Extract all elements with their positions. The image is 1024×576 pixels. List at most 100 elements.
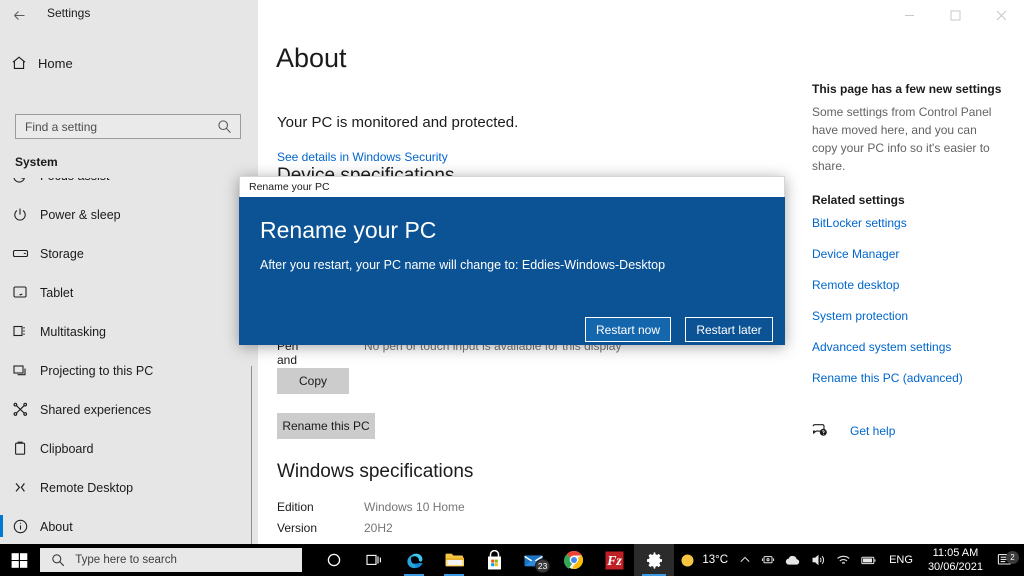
sidebar-home-label: Home	[38, 55, 73, 71]
sidebar-item-label: Clipboard	[40, 441, 94, 456]
sidebar-item-storage[interactable]: Storage	[0, 234, 258, 273]
window-controls	[886, 0, 1024, 30]
system-tray: 13°C ENG 11:05 AM 30/06/2021 2	[674, 544, 1024, 576]
taskbar-weather[interactable]: 13°C	[674, 553, 734, 568]
volume-icon[interactable]	[806, 544, 831, 576]
edge-icon[interactable]	[394, 544, 434, 576]
dialog-body: Rename your PC After you restart, your P…	[239, 197, 785, 345]
chrome-icon[interactable]	[554, 544, 594, 576]
taskbar-search-box[interactable]: Type here to search	[40, 548, 303, 572]
window-title: Settings	[47, 6, 91, 20]
copy-button[interactable]: Copy	[277, 368, 349, 394]
taskbar: Type here to search 23 Fz 13°C ENG 11:05…	[0, 544, 1024, 576]
sidebar-item-shared-experiences[interactable]: Shared experiences	[0, 390, 258, 429]
rename-this-pc-button[interactable]: Rename this PC	[277, 413, 375, 439]
weather-temperature: 13°C	[702, 554, 729, 566]
file-explorer-icon[interactable]	[434, 544, 474, 576]
get-help-link[interactable]: Get help	[812, 423, 895, 438]
sidebar-item-home[interactable]: Home	[0, 47, 258, 79]
page-title: About	[276, 43, 347, 73]
rename-pc-dialog: Rename your PC Rename your PC After you …	[239, 176, 785, 345]
sidebar-item-label: Projecting to this PC	[40, 363, 154, 378]
titlebar-left-pane	[0, 0, 258, 30]
power-icon	[0, 207, 40, 223]
related-settings-heading: Related settings	[812, 193, 905, 207]
action-center-icon[interactable]: 2	[991, 550, 1024, 568]
get-help-label: Get help	[850, 423, 896, 438]
spec-key: Edition	[277, 500, 314, 514]
storage-icon	[0, 245, 40, 262]
sidebar-nav-scroll-region: Focus assist Power & sleep	[0, 178, 258, 544]
settings-gear-icon[interactable]	[634, 544, 675, 576]
clipboard-icon	[0, 440, 40, 457]
sidebar-item-label: Shared experiences	[40, 402, 152, 417]
moon-icon	[0, 178, 40, 184]
windows-start-icon[interactable]	[0, 544, 38, 576]
related-link-advanced-system-settings[interactable]: Advanced system settings	[812, 339, 1012, 370]
new-settings-heading: This page has a few new settings	[812, 82, 1002, 96]
clock-date: 30/06/2021	[927, 561, 983, 573]
search-box[interactable]	[15, 114, 241, 139]
sidebar-item-clipboard[interactable]: Clipboard	[0, 429, 258, 468]
sidebar-item-power-sleep[interactable]: Power & sleep	[0, 195, 258, 234]
close-button[interactable]	[978, 0, 1024, 30]
sidebar-item-projecting[interactable]: Projecting to this PC	[0, 351, 258, 390]
windows-specifications-heading: Windows specifications	[277, 461, 474, 482]
spec-value: Windows 10 Home	[364, 500, 465, 514]
right-info-pane: This page has a few new settings Some se…	[812, 30, 1024, 544]
battery-icon[interactable]	[856, 544, 882, 576]
svg-text:Fz: Fz	[606, 554, 622, 569]
taskbar-search-placeholder: Type here to search	[75, 554, 177, 566]
related-link-remote-desktop[interactable]: Remote desktop	[812, 277, 1012, 308]
home-icon	[0, 55, 38, 71]
chevron-up-icon[interactable]	[734, 544, 756, 576]
sidebar-item-label: Storage	[40, 246, 84, 261]
minimize-button[interactable]	[886, 0, 932, 30]
search-input[interactable]	[16, 115, 206, 138]
sidebar-item-multitasking[interactable]: Multitasking	[0, 312, 258, 351]
sidebar-scrollbar[interactable]	[251, 366, 252, 566]
restart-later-button[interactable]: Restart later	[685, 317, 773, 342]
search-icon	[51, 553, 65, 567]
related-link-device-manager[interactable]: Device Manager	[812, 246, 1012, 277]
settings-window: Settings Home Find a setting System Powe…	[0, 0, 1024, 566]
back-arrow-icon[interactable]	[6, 2, 32, 28]
sidebar-item-label: Power & sleep	[40, 207, 121, 222]
shared-experiences-icon	[0, 401, 40, 418]
network-wifi-icon[interactable]	[831, 544, 856, 576]
sidebar-item-tablet[interactable]: Tablet	[0, 273, 258, 312]
maximize-button[interactable]	[932, 0, 978, 30]
related-settings-links: BitLocker settings Device Manager Remote…	[812, 215, 1012, 401]
notification-badge: 2	[1006, 550, 1019, 564]
cortana-circle-icon[interactable]	[314, 544, 354, 576]
sidebar-nav-list: Focus assist Power & sleep	[0, 178, 258, 544]
restart-now-button[interactable]: Restart now	[585, 317, 671, 342]
windows-security-link[interactable]: See details in Windows Security	[277, 150, 448, 164]
sidebar-item-about[interactable]: About	[0, 507, 258, 544]
language-indicator[interactable]: ENG	[882, 554, 920, 566]
sidebar-item-label: About	[40, 519, 73, 534]
protection-status-text: Your PC is monitored and protected.	[277, 114, 519, 131]
related-link-system-protection[interactable]: System protection	[812, 308, 1012, 339]
microsoft-store-icon[interactable]	[474, 544, 514, 576]
onedrive-cloud-icon[interactable]	[780, 544, 806, 576]
bluetooth-devices-icon[interactable]	[756, 544, 780, 576]
sidebar-item-remote-desktop[interactable]: Remote Desktop	[0, 468, 258, 507]
projecting-icon	[0, 362, 40, 379]
info-icon	[0, 518, 40, 535]
dialog-message: After you restart, your PC name will cha…	[260, 258, 666, 272]
mail-icon[interactable]: 23	[514, 544, 554, 576]
taskbar-clock[interactable]: 11:05 AM 30/06/2021	[920, 544, 991, 576]
multitasking-icon	[0, 323, 40, 340]
task-view-icon[interactable]	[354, 544, 394, 576]
sidebar-item-label: Tablet	[40, 285, 74, 300]
sidebar-item-label: Focus assist	[40, 178, 109, 183]
sidebar-item-focus-assist[interactable]: Focus assist	[0, 178, 258, 195]
screen: Settings Home Find a setting System Powe…	[0, 0, 1024, 576]
dialog-heading: Rename your PC	[260, 217, 437, 243]
filezilla-icon[interactable]: Fz	[594, 544, 634, 576]
related-link-rename-this-pc-advanced[interactable]: Rename this PC (advanced)	[812, 370, 1012, 401]
sun-icon	[680, 553, 695, 568]
related-link-bitlocker-settings[interactable]: BitLocker settings	[812, 215, 1012, 246]
remote-desktop-icon	[0, 479, 40, 496]
